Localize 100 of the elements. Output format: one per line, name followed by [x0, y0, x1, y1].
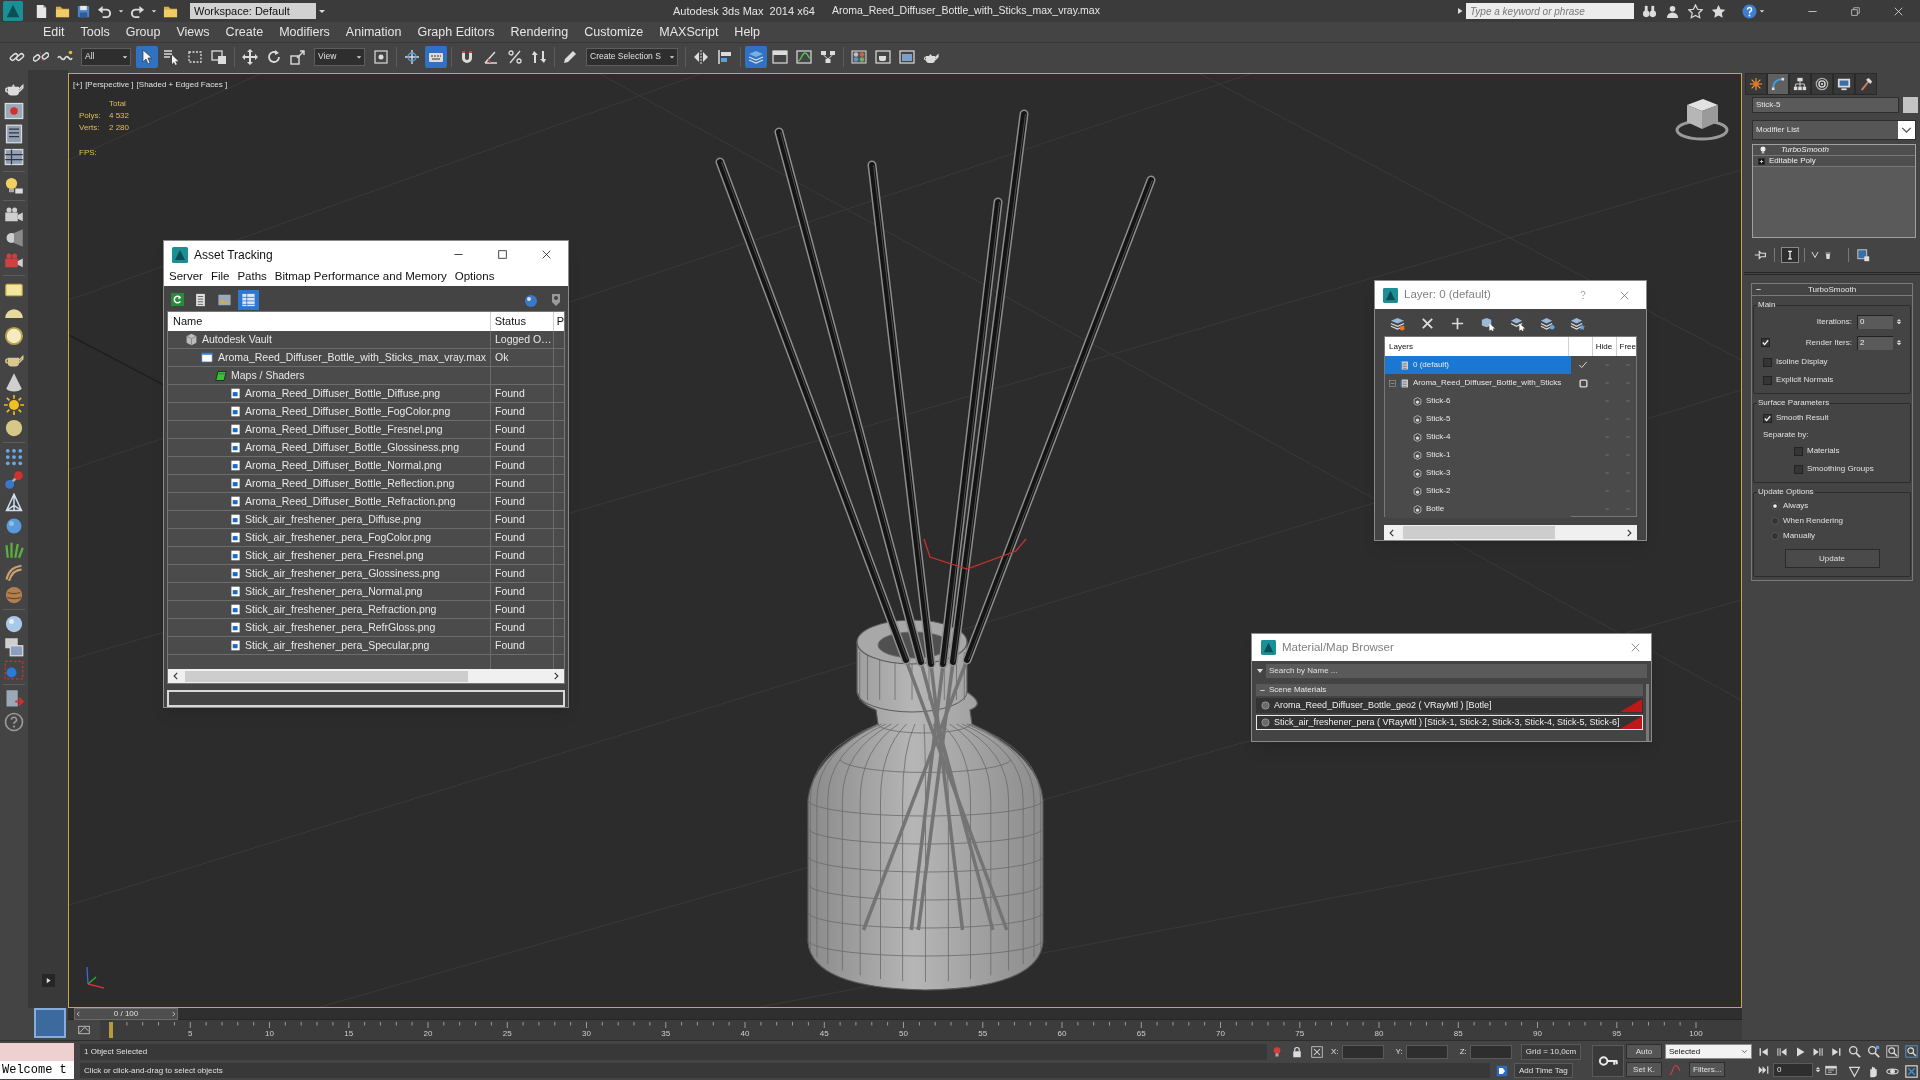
previous-frame-icon[interactable]: [1776, 1046, 1788, 1058]
light-bulb-icon[interactable]: [1271, 1046, 1283, 1058]
person-icon[interactable]: [1665, 3, 1680, 19]
pin-icon[interactable]: [1754, 248, 1768, 262]
tree-row[interactable]: Aroma_Reed_Diffuser_Bottle_Diffuse.png Found: [168, 385, 564, 403]
material-row[interactable]: Aroma_Reed_Diffuser_Bottle_geo2 ( VRayMtl ) [Botle]: [1256, 698, 1643, 713]
color-swatch[interactable]: [1903, 97, 1918, 113]
scrollbar-thumb[interactable]: [185, 670, 468, 682]
app-logo-icon[interactable]: [2, 1, 24, 21]
tree-row[interactable]: Stick_air_freshener_pera_RefrGloss.png Found: [168, 619, 564, 637]
tree-row[interactable]: Stick_air_freshener_pera_Diffuse.png Found: [168, 511, 564, 529]
key-icon[interactable]: [1592, 1044, 1624, 1077]
menu-item[interactable]: Tools: [72, 23, 118, 41]
modifier-list-dropdown[interactable]: Modifier List: [1752, 120, 1916, 140]
lock-icon[interactable]: [1291, 1046, 1303, 1058]
check-icon[interactable]: [1578, 360, 1588, 370]
checkbox[interactable]: [1763, 357, 1772, 367]
square-icon[interactable]: [1578, 378, 1588, 388]
hair-strands-icon[interactable]: [4, 562, 24, 582]
filters-button[interactable]: Filters...: [1689, 1062, 1726, 1077]
restore-icon[interactable]: [1850, 5, 1861, 17]
radio-button[interactable]: [1771, 516, 1779, 525]
picture-window-icon[interactable]: [4, 101, 24, 121]
object-name-field[interactable]: Stick-5: [1752, 97, 1899, 113]
horizontal-scrollbar[interactable]: [168, 669, 564, 683]
menu-item[interactable]: Create: [217, 23, 272, 41]
coordinate-field[interactable]: [1341, 1045, 1384, 1059]
update-button[interactable]: Update: [1784, 549, 1880, 568]
column-header[interactable]: P: [553, 312, 564, 331]
light-bulb-icon[interactable]: [4, 176, 24, 196]
ring-disc-icon[interactable]: [4, 326, 24, 346]
skip-to-end-icon[interactable]: [1830, 1046, 1842, 1058]
menu-item[interactable]: Edit: [35, 23, 73, 41]
bin-icon[interactable]: [1824, 249, 1832, 261]
layer-cursor-icon[interactable]: [1510, 315, 1525, 331]
close-icon[interactable]: [540, 249, 552, 260]
frame-field[interactable]: 0: [1773, 1062, 1813, 1077]
stack-item[interactable]: TurboSmooth: [1753, 145, 1915, 156]
menu-item[interactable]: Bitmap Performance and Memory: [274, 268, 447, 286]
tree-row[interactable]: Aroma_Reed_Diffuser_Bottle_Reflection.png Found: [168, 475, 564, 493]
menu-item[interactable]: Options: [454, 268, 495, 286]
sparkle-icon[interactable]: [1745, 73, 1767, 95]
spinner-arrows-icon[interactable]: [1896, 337, 1902, 348]
checkbox[interactable]: [1794, 446, 1803, 456]
triangle-right-icon[interactable]: [41, 974, 55, 987]
skip-to-start-icon[interactable]: [1758, 1046, 1770, 1058]
number-field[interactable]: 0: [1857, 314, 1893, 329]
radio-button[interactable]: [1771, 531, 1779, 540]
tree-row[interactable]: Aroma_Reed_Diffuser_Bottle_with_Sticks_max_vray.max Ok: [168, 349, 564, 367]
tag-icon[interactable]: [1496, 1064, 1508, 1077]
horizontal-scrollbar[interactable]: [1384, 525, 1637, 540]
layer-dot-icon[interactable]: [1540, 315, 1555, 331]
script-input-field[interactable]: [0, 1043, 74, 1061]
shiny-ball-icon[interactable]: [4, 516, 24, 536]
cube-cursor-icon[interactable]: [1480, 315, 1495, 331]
light-bulb-icon[interactable]: [1759, 146, 1767, 154]
spinner-arrows-icon[interactable]: [1815, 1064, 1821, 1075]
framed-magnifier-icon[interactable]: [1905, 1045, 1918, 1058]
reference-coordinate-dropdown[interactable]: View: [314, 47, 365, 66]
menu-item[interactable]: Server: [169, 268, 203, 286]
column-header[interactable]: Free: [1616, 337, 1636, 356]
target-rings-icon[interactable]: [1811, 73, 1833, 95]
curve-icon[interactable]: [1767, 73, 1789, 95]
time-slider[interactable]: 0 / 100: [68, 1008, 1742, 1020]
maximize-icon[interactable]: [496, 249, 508, 260]
viewport-menu[interactable]: [Perspective ]: [85, 79, 134, 91]
redo-arrow-icon[interactable]: [130, 3, 145, 19]
triangle-outline-icon[interactable]: [1848, 1064, 1861, 1078]
viewport[interactable]: [68, 73, 1742, 1008]
key-filter-dropdown[interactable]: Selected: [1665, 1044, 1752, 1059]
auto-key-button[interactable]: Auto: [1626, 1044, 1662, 1059]
search-field[interactable]: Search by Name ...: [1266, 663, 1647, 678]
hierarchy-icon[interactable]: [1789, 73, 1811, 95]
track-bar[interactable]: 5 10 15 20 25 30 35 40 45 50 55 60 65 70 75 80 85 90 95 100: [100, 1020, 1742, 1040]
star-outline-icon[interactable]: [1688, 3, 1703, 19]
layer-row[interactable]: 0 (default): [1385, 356, 1571, 374]
binoculars-icon[interactable]: [1642, 3, 1657, 19]
column-header[interactable]: Hide: [1592, 337, 1617, 356]
triangle-right-icon[interactable]: [1456, 5, 1464, 17]
coordinate-field[interactable]: [1469, 1045, 1512, 1059]
refresh-icon[interactable]: [168, 290, 187, 309]
sphere-icon[interactable]: [4, 614, 24, 634]
script-output-field[interactable]: Welcome t: [0, 1061, 74, 1079]
set-key-button[interactable]: Set K.: [1626, 1062, 1662, 1077]
menu-item[interactable]: Views: [168, 23, 218, 41]
coordinate-field[interactable]: [1405, 1045, 1448, 1059]
tree-row[interactable]: Aroma_Reed_Diffuser_Bottle_Normal.png Found: [168, 457, 564, 475]
menu-item[interactable]: Customize: [576, 23, 652, 41]
material-row[interactable]: Stick_air_freshener_pera ( VRayMtl ) [Stick-1, Stick-2, Stick-3, Stick-4, Stick-5, Stick-6]: [1256, 715, 1643, 730]
tree-row[interactable]: Stick_air_freshener_pera_Glossiness.png Found: [168, 565, 564, 583]
view-cube[interactable]: [1675, 99, 1729, 141]
layer-stack-icon[interactable]: [1390, 315, 1405, 331]
search-field[interactable]: Type a keyword or phrase: [1466, 3, 1634, 19]
pyramid-frame-icon[interactable]: [4, 493, 24, 513]
sphere-icon[interactable]: [4, 418, 24, 438]
menu-item[interactable]: Help: [726, 23, 769, 41]
rollout-header[interactable]: TurboSmooth: [1751, 283, 1913, 296]
checkbox[interactable]: [1761, 338, 1770, 347]
striped-ball-icon[interactable]: [4, 585, 24, 605]
table-panel-icon[interactable]: [4, 147, 24, 167]
